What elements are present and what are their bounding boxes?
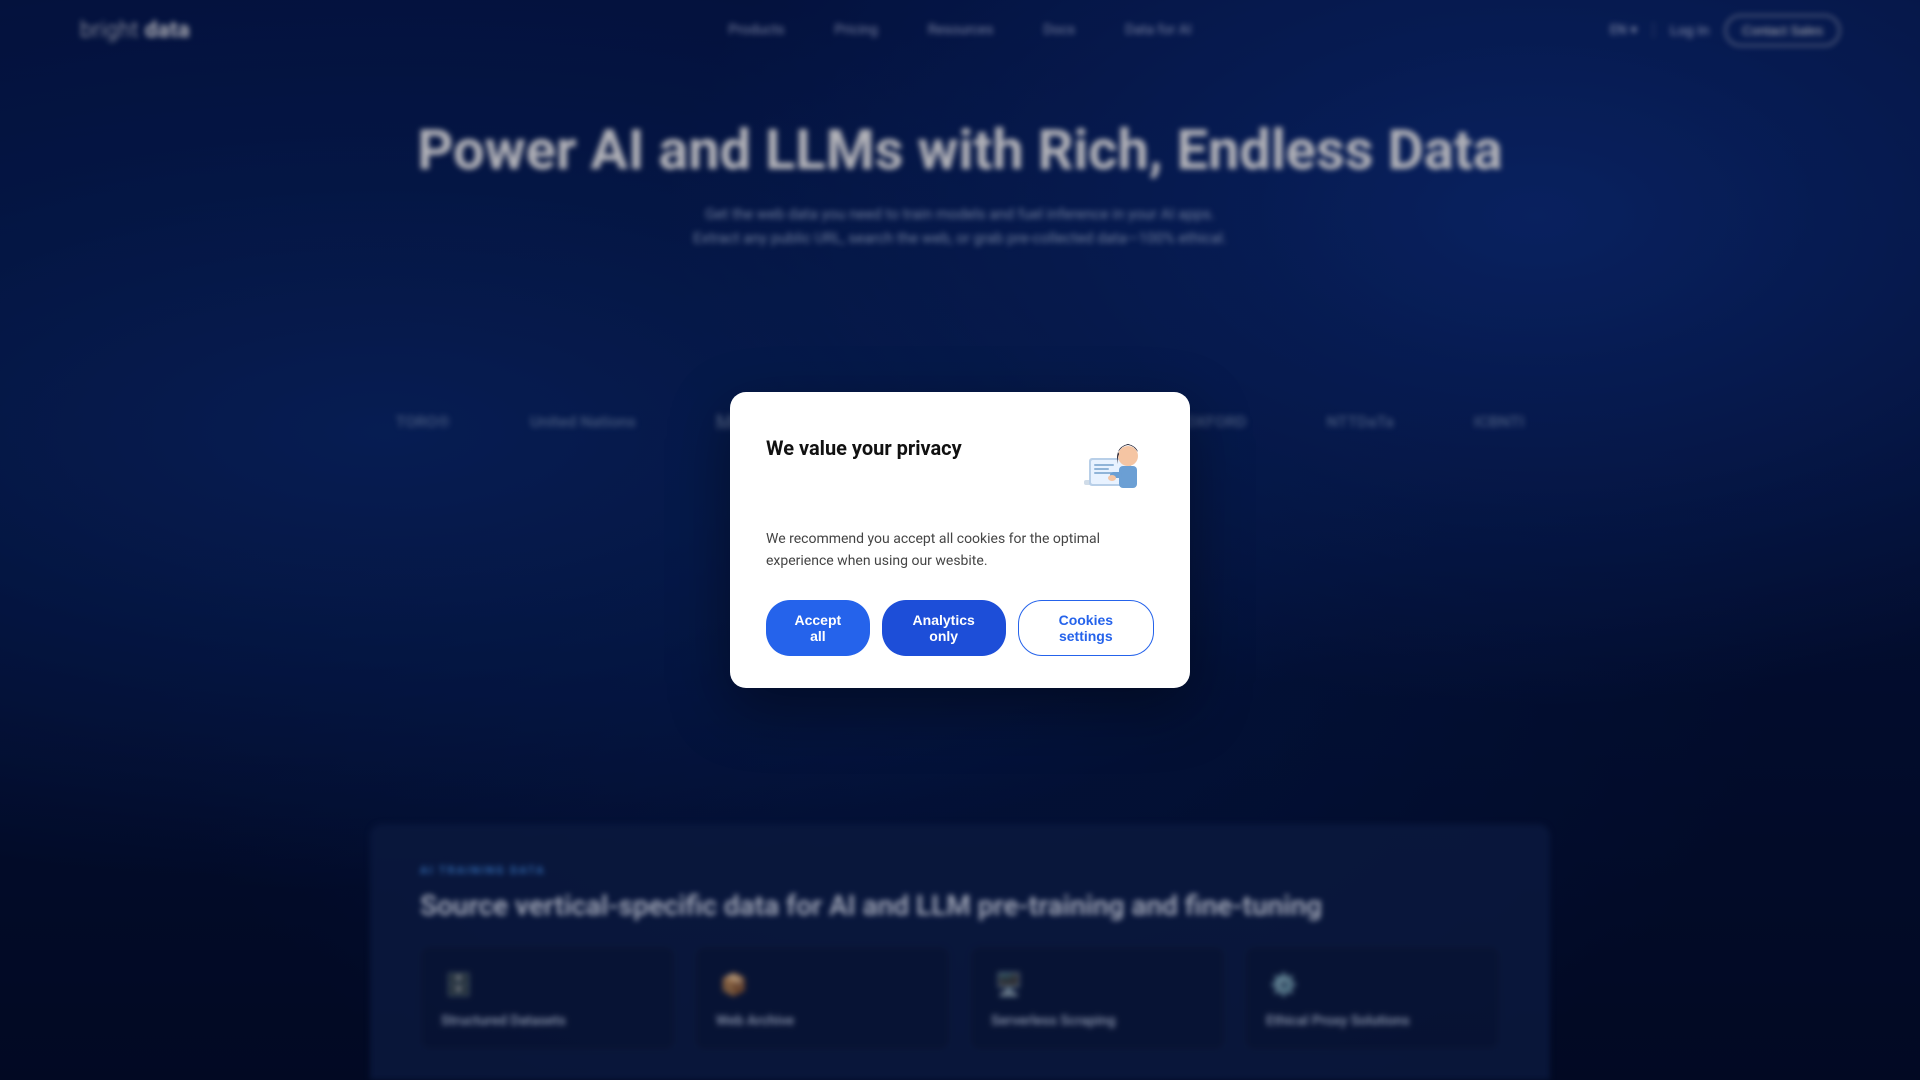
cookies-settings-button[interactable]: Cookies settings [1018,600,1154,656]
privacy-modal: We value your privacy [730,392,1190,689]
accept-all-button[interactable]: Accept all [766,600,870,656]
modal-overlay: We value your privacy [0,0,1920,1080]
modal-title: We value your privacy [766,436,962,460]
modal-body: We recommend you accept all cookies for … [766,528,1154,573]
analytics-only-button[interactable]: Analytics only [882,600,1006,656]
modal-header: We value your privacy [766,428,1154,508]
modal-buttons: Accept all Analytics only Cookies settin… [766,600,1154,656]
modal-illustration [1064,428,1154,508]
